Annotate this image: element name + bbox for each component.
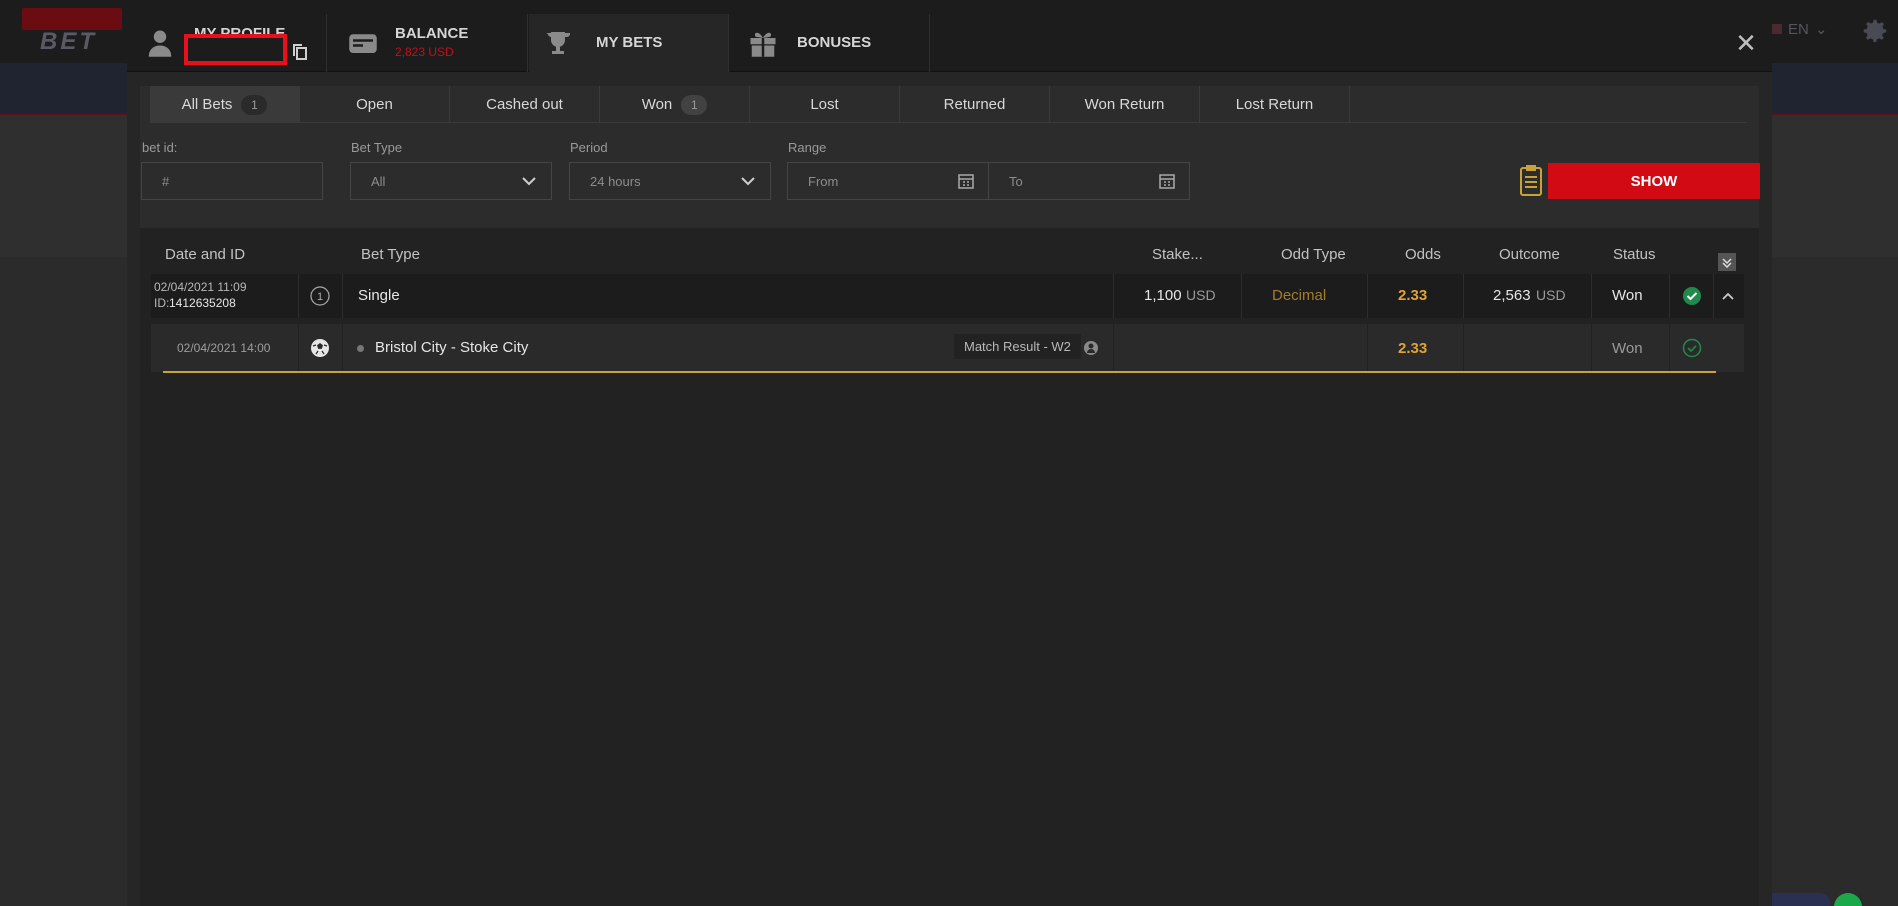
won-check-icon	[1683, 287, 1701, 305]
tab-all-bets[interactable]: All Bets 1	[150, 86, 300, 123]
bet-id-label: ID:	[154, 296, 170, 310]
tab-my-profile[interactable]: MY PROFILE	[127, 14, 327, 72]
event-market: Match Result - W2	[954, 334, 1081, 359]
range-to-input[interactable]: To	[988, 162, 1190, 200]
event-datetime: 02/04/2021 14:00	[177, 341, 271, 355]
chevron-down-icon	[741, 177, 755, 186]
close-icon[interactable]: ✕	[1733, 30, 1759, 56]
language-label: EN	[1788, 20, 1809, 38]
calendar-icon[interactable]	[958, 173, 974, 189]
tab-won[interactable]: Won 1	[600, 86, 750, 123]
range-from-input[interactable]: From	[787, 162, 989, 200]
site-logo[interactable]: BET	[14, 8, 124, 55]
bet-type-label: Bet Type	[351, 140, 403, 155]
tab-lost[interactable]: Lost	[750, 86, 900, 123]
trophy-icon	[543, 28, 573, 58]
gear-icon[interactable]	[1860, 16, 1890, 46]
bet-type: Single	[358, 287, 400, 304]
bet-event-row[interactable]: 02/04/2021 14:00 Bristol City - Stoke Ci…	[151, 324, 1744, 373]
show-button[interactable]: SHOW	[1548, 163, 1760, 199]
language-selector[interactable]: EN ⌄	[1772, 20, 1827, 38]
table-header: Date and ID Bet Type Stake... Odd Type O…	[140, 236, 1759, 272]
bet-type-select[interactable]: All	[350, 162, 552, 200]
tab-won-return[interactable]: Won Return	[1050, 86, 1200, 123]
period-label: Period	[570, 140, 608, 155]
tab-returned[interactable]: Returned	[900, 86, 1050, 123]
tab-balance[interactable]: BALANCE 2,823 USD	[328, 14, 528, 72]
col-outcome[interactable]: Outcome	[1499, 246, 1560, 263]
bet-id-label: bet id:	[142, 140, 178, 155]
col-status[interactable]: Status	[1613, 246, 1656, 263]
redacted-username	[184, 34, 287, 65]
collapse-all-icon[interactable]	[1718, 253, 1736, 271]
info-icon[interactable]	[1083, 340, 1099, 356]
account-modal: MY PROFILE BALANCE 2,823 USD MY BETS BON…	[127, 14, 1772, 906]
filters-panel: All Bets 1 Open Cashed out Won 1 Lost Retu…	[140, 86, 1760, 228]
col-odd-type[interactable]: Odd Type	[1281, 246, 1346, 263]
count-badge: 1	[241, 94, 268, 115]
soccer-ball-icon	[311, 339, 329, 357]
gift-icon	[748, 28, 778, 58]
won-outline-check-icon	[1682, 338, 1702, 358]
chevron-down-icon: ⌄	[1814, 21, 1828, 38]
profile-tabs: MY PROFILE BALANCE 2,823 USD MY BETS BON…	[127, 14, 1772, 72]
row-highlight-line	[163, 371, 1716, 373]
bet-status-tabs: All Bets 1 Open Cashed out Won 1 Lost Retu…	[150, 86, 1747, 123]
tab-title: BALANCE	[395, 25, 469, 42]
chat-launcher-icon[interactable]	[1834, 893, 1862, 906]
count-badge: 1	[681, 94, 708, 115]
bet-datetime: 02/04/2021 11:09	[154, 280, 247, 294]
bullet-icon	[357, 345, 364, 352]
bet-id-input[interactable]: #	[141, 162, 323, 200]
stake-amount: 1,100	[1144, 287, 1182, 304]
outcome-currency: USD	[1536, 287, 1566, 303]
svg-text:1: 1	[317, 291, 323, 303]
selection-count-icon: 1	[310, 286, 330, 306]
chevron-up-icon[interactable]	[1721, 289, 1735, 303]
clipboard-icon[interactable]	[1518, 163, 1544, 197]
range-label: Range	[788, 140, 827, 155]
col-bet-type[interactable]: Bet Type	[361, 246, 420, 263]
event-odds: 2.33	[1398, 340, 1428, 357]
event-match[interactable]: Bristol City - Stoke City	[375, 339, 528, 356]
tab-lost-return[interactable]: Lost Return	[1200, 86, 1350, 123]
event-status: Won	[1612, 340, 1643, 357]
odd-type: Decimal	[1272, 287, 1327, 304]
calendar-icon[interactable]	[1159, 173, 1175, 189]
tab-title: MY BETS	[596, 34, 663, 51]
table-row[interactable]: 02/04/2021 11:09 ID: 1412635208 1 Single…	[151, 274, 1744, 318]
balance-amount: 2,823 USD	[395, 45, 454, 59]
bets-table: Date and ID Bet Type Stake... Odd Type O…	[140, 228, 1759, 906]
flag-icon	[1772, 24, 1782, 34]
outcome-amount: 2,563	[1493, 287, 1531, 304]
tab-cashed-out[interactable]: Cashed out	[450, 86, 600, 123]
bet-status: Won	[1612, 287, 1643, 304]
wallet-icon	[348, 28, 378, 58]
tab-open[interactable]: Open	[300, 86, 450, 123]
tab-title: BONUSES	[797, 34, 872, 51]
col-stake[interactable]: Stake...	[1152, 246, 1203, 263]
bet-odds: 2.33	[1398, 287, 1428, 304]
col-date-id[interactable]: Date and ID	[165, 246, 245, 263]
col-odds[interactable]: Odds	[1405, 246, 1441, 263]
user-icon	[145, 28, 175, 58]
chevron-down-icon	[522, 177, 536, 186]
bet-id: 1412635208	[169, 296, 236, 310]
tab-my-bets[interactable]: MY BETS	[529, 14, 729, 72]
stake-currency: USD	[1186, 287, 1216, 303]
copy-icon[interactable]	[293, 44, 307, 60]
tab-bonuses[interactable]: BONUSES	[730, 14, 930, 72]
period-select[interactable]: 24 hours	[569, 162, 771, 200]
